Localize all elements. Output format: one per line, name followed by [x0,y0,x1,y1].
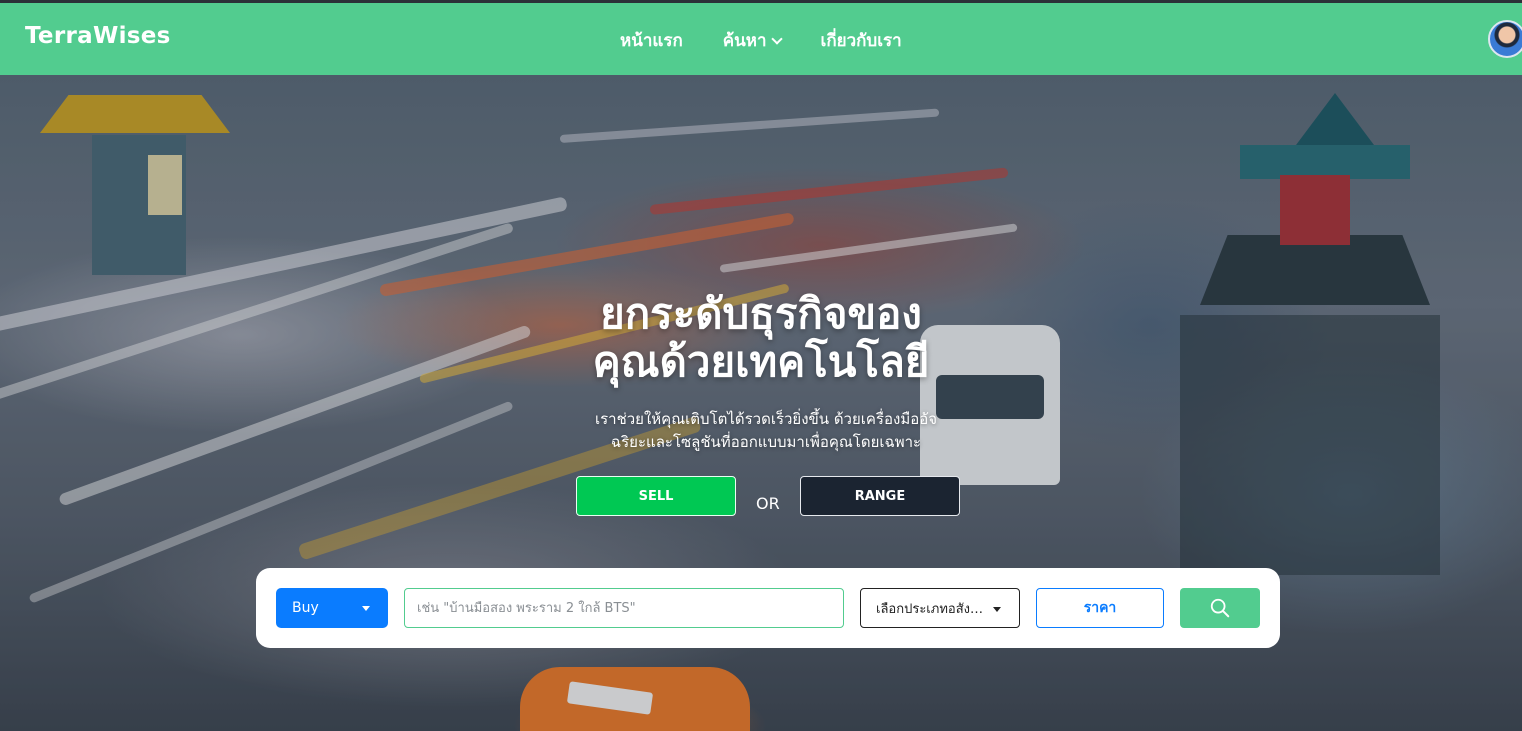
property-type-select[interactable]: เลือกประเภทอสังหาริมทรัพย์ [860,588,1020,628]
caret-down-icon [362,606,370,611]
search-bar: Buy เลือกประเภทอสังหาริมทรัพย์ ราคา [256,568,1280,648]
nav-menu: หน้าแรก ค้นหา เกี่ยวกับเรา [620,27,902,54]
hero-headline-line2: คุณด้วยเทคโนโลยี [592,337,930,386]
nav-about[interactable]: เกี่ยวกับเรา [821,27,902,54]
price-button[interactable]: ราคา [1036,588,1164,628]
nav-home-label: หน้าแรก [620,31,683,51]
hero-headline: ยกระดับธุรกิจของ คุณด้วยเทคโนโลยี [520,290,1002,386]
mode-select-value: Buy [292,600,319,616]
nav-about-label: เกี่ยวกับเรา [820,31,902,51]
caret-down-icon [993,607,1001,612]
nav-search-dropdown[interactable]: ค้นหา [722,27,783,54]
chevron-down-icon [770,32,783,45]
range-button[interactable]: RANGE [800,476,960,516]
hero-headline-line1: ยกระดับธุรกิจของ [600,289,922,338]
brand-logo[interactable]: TerraWises [25,23,171,49]
search-icon [1210,598,1230,618]
property-type-value: เลือกประเภทอสังหาริมทรัพย์ [876,601,988,617]
sell-button[interactable]: SELL [576,476,736,516]
or-separator: OR [756,494,780,513]
mode-select[interactable]: Buy [276,588,388,628]
nav-home[interactable]: หน้าแรก [620,27,683,54]
navbar: TerraWises หน้าแรก ค้นหา เกี่ยวกับเรา [0,3,1522,75]
search-input[interactable] [404,588,844,628]
hero-subline-line2: ฉริยะและโซลูชันที่ออกแบบมาเพื่อคุณโดยเฉพ… [610,433,922,451]
hero-subline: เราช่วยให้คุณเติบโตได้รวดเร็วยิ่งขึ้น ด้… [560,408,972,454]
nav-search-label: ค้นหา [722,31,767,51]
search-submit-button[interactable] [1180,588,1260,628]
hero-subline-line1: เราช่วยให้คุณเติบโตได้รวดเร็วยิ่งขึ้น ด้… [594,410,938,428]
user-avatar[interactable] [1488,20,1522,58]
